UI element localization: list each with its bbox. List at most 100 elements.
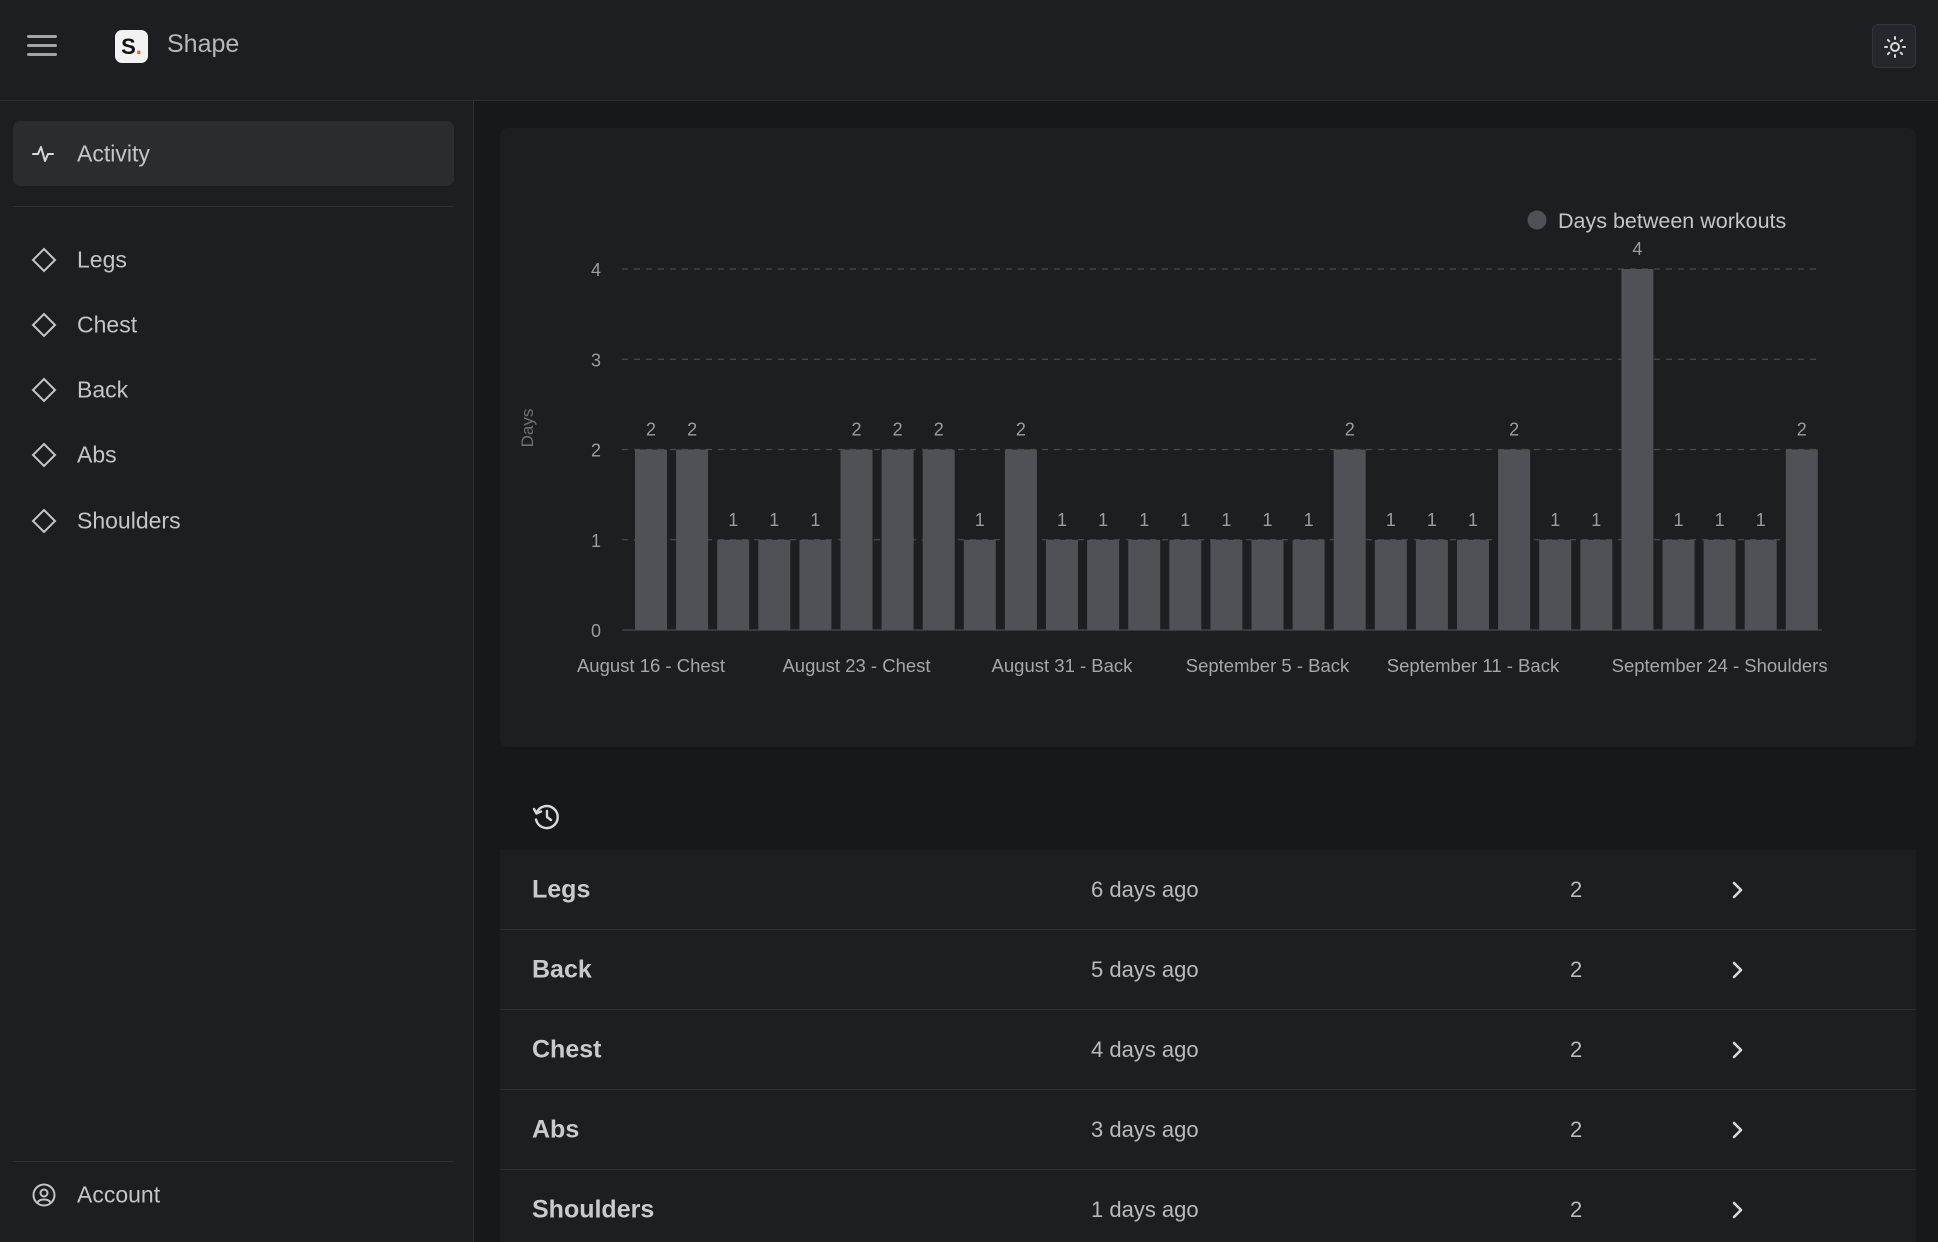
chart-bar <box>758 539 791 630</box>
chart-bar <box>881 449 914 630</box>
table-row[interactable]: Abs 3 days ago 2 <box>500 1090 1916 1170</box>
chart-bar <box>1210 539 1243 630</box>
data-label: 1 <box>1673 510 1683 530</box>
diamond-icon <box>31 508 57 534</box>
sidebar-item-abs[interactable]: Abs <box>13 426 454 484</box>
chart-bar <box>1785 449 1818 630</box>
chart-bar <box>840 449 873 630</box>
chart-bar <box>1374 539 1407 630</box>
chevron-right-icon <box>1732 1121 1743 1138</box>
app-logo: S. <box>115 30 148 63</box>
chart-bar <box>1539 539 1572 630</box>
diamond-icon <box>31 247 57 273</box>
data-label: 2 <box>851 420 861 440</box>
sidebar-item-label: Chest <box>77 311 138 338</box>
chart-bar <box>1333 449 1366 630</box>
y-tick-label: 0 <box>591 621 601 641</box>
data-label: 1 <box>1262 510 1272 530</box>
data-label: 1 <box>1180 510 1190 530</box>
row-name: Shoulders <box>532 1195 655 1223</box>
chart-bar <box>1744 539 1777 630</box>
chart-bar <box>1128 539 1161 630</box>
sidebar-item-shoulders[interactable]: Shoulders <box>13 492 454 550</box>
history-clock-icon[interactable] <box>531 801 563 833</box>
row-time: 4 days ago <box>1091 1036 1199 1062</box>
sidebar-divider <box>13 206 454 207</box>
sidebar-item-chest[interactable]: Chest <box>13 296 454 354</box>
data-label: 1 <box>1550 510 1560 530</box>
sidebar-item-label: Abs <box>77 441 117 468</box>
data-label: 1 <box>1591 510 1601 530</box>
chevron-right-icon <box>1732 961 1743 978</box>
row-count: 2 <box>1570 876 1583 902</box>
data-label: 2 <box>1345 420 1355 440</box>
chart-bar <box>1498 449 1531 630</box>
row-name: Abs <box>532 1115 580 1143</box>
y-tick-label: 1 <box>591 531 601 551</box>
chart-bar <box>1662 539 1695 630</box>
data-label: 1 <box>1756 510 1766 530</box>
diamond-icon <box>31 377 57 403</box>
diamond-icon <box>31 312 57 338</box>
row-time: 3 days ago <box>1091 1116 1199 1142</box>
chart-bar <box>676 449 709 630</box>
row-name: Chest <box>532 1035 602 1063</box>
data-label: 1 <box>1221 510 1231 530</box>
sidebar-item-label: Back <box>77 376 129 403</box>
sidebar-item-account[interactable]: Account <box>13 1166 454 1224</box>
data-label: 1 <box>1139 510 1149 530</box>
row-time: 5 days ago <box>1091 956 1199 982</box>
app-title: Shape <box>167 30 240 58</box>
data-label: 2 <box>1509 420 1519 440</box>
sun-icon <box>1884 36 1906 58</box>
sidebar-item-activity[interactable]: Activity <box>13 121 454 186</box>
table-row[interactable]: Shoulders 1 days ago 2 <box>500 1170 1916 1242</box>
data-label: 1 <box>1468 510 1478 530</box>
chart-bar <box>1046 539 1078 630</box>
chart-bar <box>922 449 955 630</box>
sidebar: Activity Legs Chest Back Abs Shoulders A… <box>0 101 474 1242</box>
chart-bar <box>1004 449 1037 630</box>
data-label: 1 <box>1715 510 1725 530</box>
theme-toggle-button[interactable] <box>1872 24 1916 68</box>
x-tick-label: September 5 - Back <box>1186 655 1350 676</box>
chart-bar <box>1457 539 1489 630</box>
sidebar-item-label: Account <box>77 1181 161 1208</box>
chevron-right-icon <box>1732 1201 1743 1218</box>
table-row[interactable]: Legs 6 days ago 2 <box>500 850 1916 930</box>
sidebar-item-label: Activity <box>77 140 150 166</box>
table-row[interactable]: Chest 4 days ago 2 <box>500 1010 1916 1090</box>
chart-bar <box>1292 539 1325 630</box>
x-tick-label: September 11 - Back <box>1387 655 1560 676</box>
data-label: 1 <box>975 510 985 530</box>
row-count: 2 <box>1570 1116 1583 1142</box>
row-name: Back <box>532 955 592 983</box>
y-tick-label: 2 <box>591 441 601 461</box>
chart-bar <box>635 449 667 630</box>
days-between-workouts-chart: 0 1 2 3 4 Days 2 2 1 1 1 2 2 2 1 2 1 1 1 1 1 1 1 2 1 1 1 2 1 1 4 1 1 1 2 Au… <box>518 209 1828 676</box>
chart-bar <box>799 539 832 630</box>
hamburger-menu-icon[interactable] <box>24 30 60 60</box>
data-label: 2 <box>934 420 944 440</box>
table-row[interactable]: Back 5 days ago 2 <box>500 930 1916 1010</box>
legend-marker <box>1527 210 1547 230</box>
x-tick-label: September 24 - Shoulders <box>1612 655 1828 676</box>
sidebar-item-back[interactable]: Back <box>13 361 454 419</box>
chart-bar <box>717 539 750 630</box>
row-time: 1 days ago <box>1091 1196 1199 1222</box>
data-label: 4 <box>1632 239 1642 259</box>
chart-bar <box>1415 539 1448 630</box>
chart-bar <box>1251 539 1284 630</box>
row-time: 6 days ago <box>1091 876 1199 902</box>
diamond-icon <box>31 442 57 468</box>
chevron-right-icon <box>1732 1041 1743 1058</box>
chart-bar <box>963 539 996 630</box>
chart-bar <box>1169 539 1202 630</box>
x-tick-label: August 23 - Chest <box>782 655 930 676</box>
sidebar-item-legs[interactable]: Legs <box>13 231 454 289</box>
data-label: 1 <box>810 510 820 530</box>
workout-chart-card: 0 1 2 3 4 Days 2 2 1 1 1 2 2 2 1 2 1 1 1 1 1 1 1 2 1 1 1 2 1 1 4 1 1 1 2 Au… <box>500 128 1916 747</box>
x-tick-label: August 31 - Back <box>992 655 1134 676</box>
workout-history-list: Legs 6 days ago 2 Back 5 days ago 2 Ches… <box>500 850 1916 1242</box>
row-count: 2 <box>1570 956 1583 982</box>
